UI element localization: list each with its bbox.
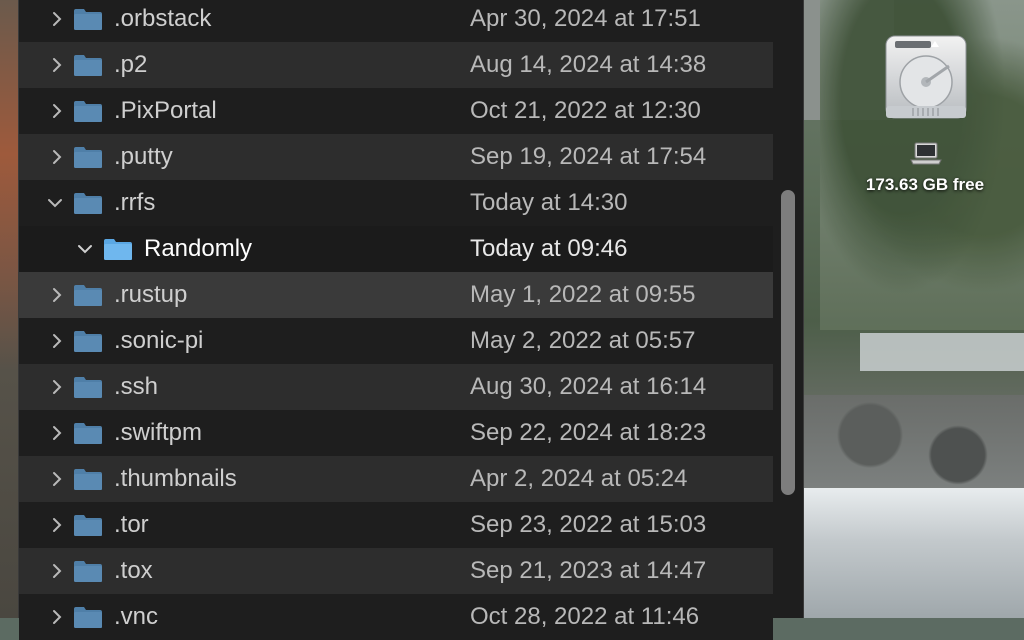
wallpaper-surf [804,488,1024,618]
chevron-right-icon[interactable] [49,57,65,73]
date-modified: Sep 21, 2023 at 14:47 [470,557,707,584]
date-modified: Aug 14, 2024 at 14:38 [470,51,707,78]
folder-icon [73,559,103,583]
folder-icon [73,605,103,629]
file-name: .PixPortal [114,97,217,124]
folder-icon [73,329,103,353]
laptop-icon [910,140,942,168]
chevron-right-icon[interactable] [49,471,65,487]
finder-window: .orbstack Apr 30, 2024 at 17:51 .p2 Aug … [18,0,804,640]
file-name: .ssh [114,373,159,400]
list-item[interactable]: .thumbnails Apr 2, 2024 at 05:24 [19,456,773,502]
list-item[interactable]: .tox Sep 21, 2023 at 14:47 [19,548,773,594]
file-name: .tor [114,511,149,538]
file-name: .swiftpm [114,419,203,446]
date-modified: Today at 14:30 [470,189,628,216]
folder-icon [73,375,103,399]
chevron-right-icon[interactable] [49,103,65,119]
date-modified: May 1, 2022 at 09:55 [470,281,696,308]
hard-drive-icon[interactable] [883,34,969,120]
chevron-right-icon[interactable] [49,287,65,303]
list-item[interactable]: .swiftpm Sep 22, 2024 at 18:23 [19,410,773,456]
file-name: Randomly [144,235,253,262]
list-item[interactable]: .p2 Aug 14, 2024 at 14:38 [19,42,773,88]
list-item[interactable]: .ssh Aug 30, 2024 at 16:14 [19,364,773,410]
chevron-right-icon[interactable] [49,609,65,625]
chevron-right-icon[interactable] [49,517,65,533]
date-modified: Oct 21, 2022 at 12:30 [470,97,701,124]
folder-icon [73,7,103,31]
folder-icon [103,237,133,261]
file-name: .p2 [114,51,148,78]
chevron-down-icon[interactable] [77,241,93,257]
file-list: .orbstack Apr 30, 2024 at 17:51 .p2 Aug … [19,0,773,640]
list-item[interactable]: .orbstack Apr 30, 2024 at 17:51 [19,0,773,42]
file-name: .thumbnails [114,465,237,492]
chevron-right-icon[interactable] [49,11,65,27]
folder-icon [73,513,103,537]
chevron-down-icon[interactable] [47,195,63,211]
date-modified: May 2, 2022 at 05:57 [470,327,696,354]
chevron-right-icon[interactable] [49,379,65,395]
wallpaper-fence [860,333,1024,371]
file-name: .vnc [114,603,159,630]
file-name: .rustup [114,281,188,308]
list-item[interactable]: Randomly Today at 09:46 [19,226,773,272]
scrollbar-thumb[interactable] [781,190,795,495]
wallpaper-left-strip [0,0,20,618]
date-modified: Apr 2, 2024 at 05:24 [470,465,688,492]
list-item[interactable]: .sonic-pi May 2, 2022 at 05:57 [19,318,773,364]
date-modified: Sep 22, 2024 at 18:23 [470,419,707,446]
chevron-right-icon[interactable] [49,149,65,165]
file-name: .sonic-pi [114,327,204,354]
date-modified: Sep 23, 2022 at 15:03 [470,511,707,538]
folder-icon [73,283,103,307]
date-modified: Apr 30, 2024 at 17:51 [470,5,701,32]
folder-icon [73,145,103,169]
chevron-right-icon[interactable] [49,563,65,579]
chevron-right-icon[interactable] [49,333,65,349]
list-item[interactable]: .putty Sep 19, 2024 at 17:54 [19,134,773,180]
list-item[interactable]: .vnc Oct 28, 2022 at 11:46 [19,594,773,640]
list-item[interactable]: .rustup May 1, 2022 at 09:55 [19,272,773,318]
file-name: .orbstack [114,5,212,32]
date-modified: Sep 19, 2024 at 17:54 [470,143,707,170]
date-modified: Oct 28, 2022 at 11:46 [470,603,700,630]
folder-icon [73,191,103,215]
file-name: .rrfs [114,189,156,216]
folder-icon [73,421,103,445]
list-item[interactable]: .rrfs Today at 14:30 [19,180,773,226]
folder-icon [73,53,103,77]
wallpaper-rocks [804,395,1024,495]
file-name: .tox [114,557,153,584]
chevron-right-icon[interactable] [49,425,65,441]
date-modified: Aug 30, 2024 at 16:14 [470,373,707,400]
list-item[interactable]: .PixPortal Oct 21, 2022 at 12:30 [19,88,773,134]
drive-free-space-label[interactable]: 173.63 GB free [840,175,1010,195]
folder-icon [73,99,103,123]
list-item[interactable]: .tor Sep 23, 2022 at 15:03 [19,502,773,548]
folder-icon [73,467,103,491]
file-name: .putty [114,143,173,170]
date-modified: Today at 09:46 [470,235,628,262]
